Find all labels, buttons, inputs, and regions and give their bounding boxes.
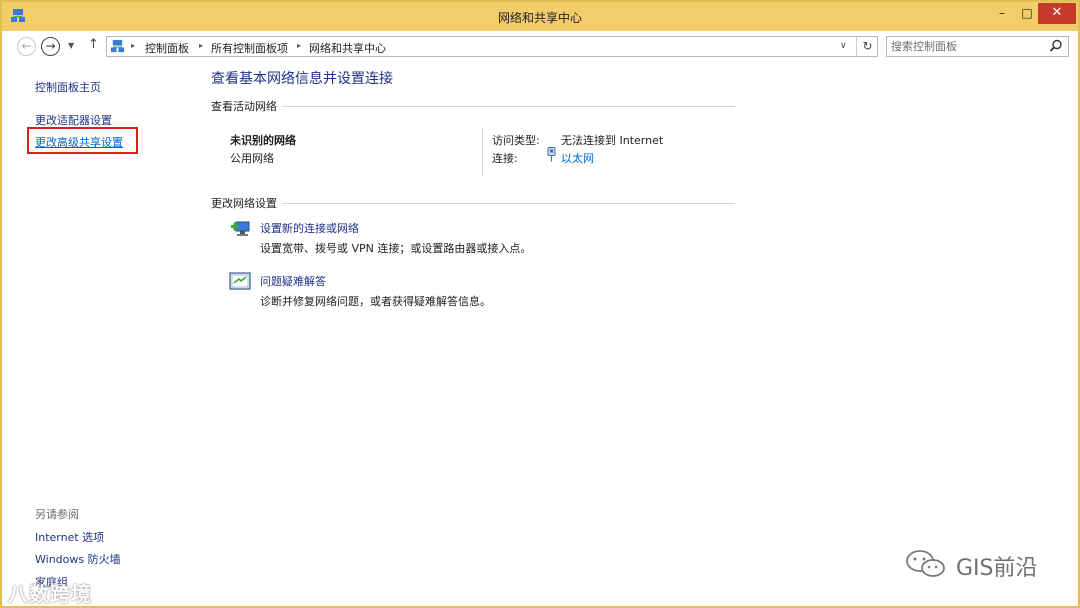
control-panel-window: 网络和共享中心 – □ ✕ ← → ▼ ↑ ▸ 控制面板 ▸ 所有控制面板项 ▸… <box>0 0 1080 608</box>
up-button[interactable]: ↑ <box>88 37 99 52</box>
address-dropdown-button[interactable]: ∨ <box>840 41 847 51</box>
search-box[interactable] <box>886 36 1069 57</box>
section-divider <box>282 203 735 204</box>
access-type-value: 无法连接到 Internet <box>561 134 664 147</box>
network-category[interactable]: 公用网络 <box>230 150 274 166</box>
see-also-title: 另请参阅 <box>35 508 79 521</box>
window-title: 网络和共享中心 <box>497 11 582 25</box>
sidebar-item-advanced-sharing[interactable]: 更改高级共享设置 <box>35 134 123 150</box>
wechat-icon <box>906 550 945 577</box>
address-bar[interactable]: ▸ 控制面板 ▸ 所有控制面板项 ▸ 网络和共享中心 ∨ ↻ <box>106 36 878 57</box>
breadcrumb-network-center[interactable]: 网络和共享中心 <box>309 40 386 56</box>
active-network-header: 查看活动网络 <box>211 100 277 113</box>
back-button[interactable]: ← <box>17 37 36 56</box>
close-button[interactable]: ✕ <box>1038 3 1076 24</box>
ethernet-connection-link[interactable]: 以太网 <box>561 150 594 166</box>
section-divider <box>282 106 735 107</box>
breadcrumb-separator: ▸ <box>131 41 136 50</box>
forward-button[interactable]: → <box>41 37 60 56</box>
page-title: 查看基本网络信息并设置连接 <box>211 71 393 87</box>
network-name: 未识别的网络 <box>230 134 296 147</box>
watermark-right-text: GIS前沿 <box>956 556 1038 581</box>
search-icon[interactable] <box>1049 39 1063 53</box>
minimize-button[interactable]: – <box>988 3 1016 24</box>
see-also-internet-options[interactable]: Internet 选项 <box>35 529 104 545</box>
vertical-divider <box>482 128 483 176</box>
search-input[interactable] <box>891 39 1041 54</box>
change-settings-header: 更改网络设置 <box>211 197 277 210</box>
troubleshoot-description: 诊断并修复网络问题，或者获得疑难解答信息。 <box>260 295 491 308</box>
setup-connection-description: 设置宽带、拨号或 VPN 连接；或设置路由器或接入点。 <box>260 242 532 255</box>
refresh-button[interactable]: ↻ <box>856 37 878 56</box>
maximize-button[interactable]: □ <box>1016 3 1038 24</box>
control-panel-icon <box>110 39 125 53</box>
see-also-windows-firewall[interactable]: Windows 防火墙 <box>35 551 121 567</box>
breadcrumb-separator: ▸ <box>297 41 302 50</box>
troubleshoot-link[interactable]: 问题疑难解答 <box>260 273 326 289</box>
new-connection-icon <box>231 221 250 236</box>
connection-label: 连接: <box>492 152 518 165</box>
navigation-bar: ← → ▼ ↑ ▸ 控制面板 ▸ 所有控制面板项 ▸ 网络和共享中心 ∨ ↻ <box>2 31 1078 62</box>
watermark-right: GIS前沿 <box>904 548 1054 582</box>
breadcrumb-control-panel[interactable]: 控制面板 <box>145 40 189 56</box>
sidebar-item-home[interactable]: 控制面板主页 <box>35 79 101 95</box>
setup-connection-link[interactable]: 设置新的连接或网络 <box>260 220 359 236</box>
breadcrumb-separator: ▸ <box>199 41 204 50</box>
ethernet-icon <box>547 147 556 162</box>
watermark-left: 八数跨境 <box>8 582 92 606</box>
sidebar-item-adapter-settings[interactable]: 更改适配器设置 <box>35 112 112 128</box>
breadcrumb-all-items[interactable]: 所有控制面板项 <box>211 40 288 56</box>
troubleshoot-icon <box>229 272 251 290</box>
access-type-label: 访问类型: <box>492 134 540 147</box>
recent-locations-dropdown[interactable]: ▼ <box>68 41 74 50</box>
title-bar[interactable]: 网络和共享中心 – □ ✕ <box>2 2 1078 31</box>
